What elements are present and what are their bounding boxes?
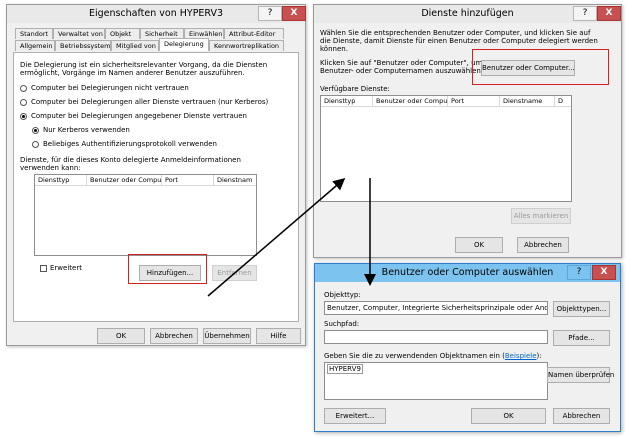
enter-names-suffix: ): bbox=[536, 352, 542, 360]
list-header: Diensttyp Benutzer oder Compu... Port Di… bbox=[35, 175, 256, 186]
column-header[interactable]: Benutzer oder Compu... bbox=[87, 175, 162, 185]
search-path-label: Suchpfad: bbox=[324, 320, 360, 328]
tab-allgemein[interactable]: Allgemein bbox=[15, 40, 55, 51]
examples-link[interactable]: Beispiele bbox=[505, 352, 537, 360]
column-header[interactable]: Port bbox=[448, 96, 500, 106]
tab-mitglied-von[interactable]: Mitglied von bbox=[111, 40, 159, 51]
help-title-button[interactable]: ? bbox=[258, 6, 282, 21]
available-services-list[interactable]: Diensttyp Benutzer oder Compu... Port Di… bbox=[320, 95, 572, 202]
radio-trust-specific-label: Computer bei Delegierungen angegebener D… bbox=[31, 112, 247, 120]
properties-titlebar[interactable]: Eigenschaften von HYPERV3 ? X bbox=[7, 5, 306, 23]
column-header[interactable]: Diensttyp bbox=[321, 96, 373, 106]
radio-kerberos-only[interactable] bbox=[32, 127, 39, 134]
radio-no-trust-label: Computer bei Delegierungen nicht vertrau… bbox=[31, 84, 189, 92]
tab-kennwortreplikation[interactable]: Kennwortreplikation bbox=[209, 40, 284, 51]
object-types-button[interactable]: Objekttypen... bbox=[553, 301, 610, 317]
radio-trust-specific[interactable] bbox=[20, 113, 27, 120]
column-header[interactable]: Dienstnam bbox=[214, 175, 256, 185]
available-services-label: Verfügbare Dienste: bbox=[320, 85, 390, 93]
expanded-checkbox[interactable] bbox=[40, 265, 47, 272]
tab-attribut-editor[interactable]: Attribut-Editor bbox=[224, 28, 284, 39]
tab-objekt[interactable]: Objekt bbox=[105, 28, 140, 39]
intro-text-line2: ermöglicht, Vorgänge im Namen anderer Be… bbox=[20, 69, 245, 77]
cancel-button[interactable]: Abbrechen bbox=[553, 408, 610, 424]
radio-any-protocol[interactable] bbox=[32, 141, 39, 148]
highlight-users-button bbox=[472, 49, 609, 85]
enter-names-label: Geben Sie die zu verwendenden Objektname… bbox=[324, 352, 542, 360]
services-label-line2: verwenden kann: bbox=[20, 164, 81, 172]
column-header[interactable]: Port bbox=[162, 175, 214, 185]
list-header: Diensttyp Benutzer oder Compu... Port Di… bbox=[321, 96, 571, 107]
object-names-value: HYPERV9 bbox=[327, 364, 363, 374]
intro-text-line1: Die Delegierung ist ein sicherheitsrelev… bbox=[20, 61, 268, 69]
services-label-line1: Dienste, für die dieses Konto delegierte… bbox=[20, 156, 241, 164]
remove-button[interactable]: Entfernen bbox=[212, 265, 257, 281]
object-names-input[interactable]: HYPERV9 bbox=[324, 362, 548, 400]
services-intro-line2: die Dienste, damit Dienste für einen Ben… bbox=[320, 37, 598, 45]
radio-any-protocol-label: Beliebiges Authentifizierungsprotokoll v… bbox=[43, 140, 217, 148]
select-users-titlebar[interactable]: Benutzer oder Computer auswählen ? X bbox=[315, 264, 620, 282]
tab-verwaltet-von[interactable]: Verwaltet von bbox=[53, 28, 105, 39]
properties-dialog: Eigenschaften von HYPERV3 ? X Standort V… bbox=[6, 4, 306, 346]
tabs-row-2: Allgemein Betriebssystem Mitglied von De… bbox=[15, 38, 284, 51]
click-hint-line1: Klicken Sie auf "Benutzer oder Computer"… bbox=[320, 59, 483, 67]
column-header[interactable]: Dienstname bbox=[500, 96, 555, 106]
enter-names-prefix: Geben Sie die zu verwendenden Objektname… bbox=[324, 352, 505, 360]
object-type-field: Benutzer, Computer, Integrierte Sicherhe… bbox=[324, 301, 548, 315]
close-icon[interactable]: X bbox=[282, 6, 306, 21]
column-header[interactable]: D bbox=[555, 96, 571, 106]
help-title-button[interactable]: ? bbox=[567, 265, 591, 280]
tab-betriebssystem[interactable]: Betriebssystem bbox=[55, 40, 111, 51]
paths-button[interactable]: Pfade... bbox=[553, 330, 610, 346]
delegated-services-list[interactable]: Diensttyp Benutzer oder Compu... Port Di… bbox=[34, 174, 257, 256]
select-all-button[interactable]: Alles markieren bbox=[511, 208, 571, 224]
check-names-button[interactable]: Namen überprüfen bbox=[547, 367, 614, 383]
select-users-dialog: Benutzer oder Computer auswählen ? X Obj… bbox=[314, 263, 621, 432]
radio-no-trust[interactable] bbox=[20, 85, 27, 92]
close-icon[interactable]: X bbox=[592, 265, 616, 280]
tabs-row-1: Standort Verwaltet von Objekt Sicherheit… bbox=[15, 28, 284, 39]
services-intro-line1: Wählen Sie die entsprechenden Benutzer o… bbox=[320, 29, 591, 37]
help-title-button[interactable]: ? bbox=[573, 6, 597, 21]
object-type-label: Objekttyp: bbox=[324, 291, 361, 299]
ok-button[interactable]: OK bbox=[471, 408, 546, 424]
highlight-add-button bbox=[128, 254, 207, 284]
cancel-button[interactable]: Abbrechen bbox=[150, 328, 198, 344]
cancel-button[interactable]: Abbrechen bbox=[517, 237, 569, 253]
tab-delegierung[interactable]: Delegierung bbox=[159, 38, 209, 51]
tab-standort[interactable]: Standort bbox=[15, 28, 53, 39]
column-header[interactable]: Diensttyp bbox=[35, 175, 87, 185]
apply-button[interactable]: Übernehmen bbox=[203, 328, 251, 344]
advanced-button[interactable]: Erweitert... bbox=[324, 408, 386, 424]
radio-trust-all[interactable] bbox=[20, 99, 27, 106]
expanded-label: Erweitert bbox=[50, 264, 82, 272]
column-header[interactable]: Benutzer oder Compu... bbox=[373, 96, 448, 106]
close-icon[interactable]: X bbox=[597, 6, 621, 21]
radio-trust-all-label: Computer bei Delegierungen aller Dienste… bbox=[31, 98, 269, 106]
add-services-dialog: Dienste hinzufügen ? X Wählen Sie die en… bbox=[313, 4, 622, 258]
radio-kerberos-only-label: Nur Kerberos verwenden bbox=[43, 126, 130, 134]
click-hint-line2: Benutzer- oder Computernamen auszuwählen… bbox=[320, 67, 484, 75]
ok-button[interactable]: OK bbox=[455, 237, 503, 253]
add-services-titlebar[interactable]: Dienste hinzufügen ? X bbox=[314, 5, 621, 23]
search-path-field bbox=[324, 330, 548, 344]
services-intro-line3: können. bbox=[320, 45, 348, 53]
ok-button[interactable]: OK bbox=[97, 328, 145, 344]
help-button[interactable]: Hilfe bbox=[256, 328, 301, 344]
